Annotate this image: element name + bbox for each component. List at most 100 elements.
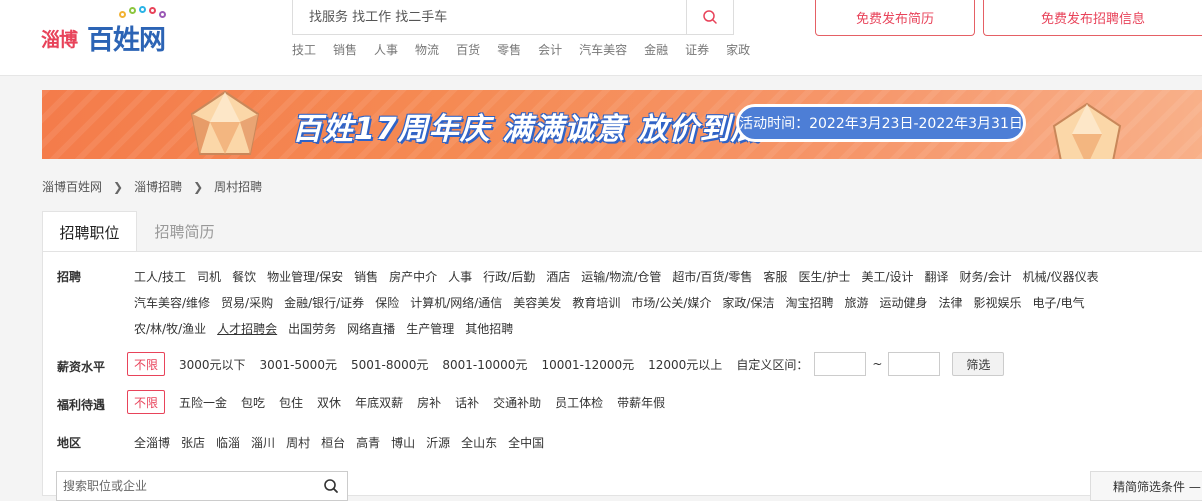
welfare-option[interactable]: 话补 <box>455 394 479 411</box>
category-item[interactable]: 计算机/网络/通信 <box>410 294 502 311</box>
salary-max-input[interactable] <box>888 352 941 376</box>
hot-link[interactable]: 金融 <box>644 41 668 57</box>
region-option[interactable]: 博山 <box>391 434 415 451</box>
category-item[interactable]: 销售 <box>354 268 378 285</box>
welfare-option[interactable]: 年底双薪 <box>355 394 403 411</box>
category-item[interactable]: 其他招聘 <box>465 320 513 337</box>
region-option[interactable]: 全淄博 <box>134 434 170 451</box>
chevron-right-icon: ❯ <box>113 179 124 194</box>
salary-min-input[interactable] <box>814 352 867 376</box>
region-option[interactable]: 全中国 <box>508 434 544 451</box>
hot-link[interactable]: 证券 <box>685 41 709 57</box>
category-item[interactable]: 法律 <box>939 294 963 311</box>
hot-link[interactable]: 会计 <box>538 41 562 57</box>
category-item[interactable]: 影视娱乐 <box>974 294 1022 311</box>
category-item[interactable]: 翻译 <box>925 268 949 285</box>
salary-option[interactable]: 5001-8000元 <box>351 356 428 373</box>
salary-option[interactable]: 8001-10000元 <box>442 356 527 373</box>
category-item[interactable]: 教育培训 <box>572 294 620 311</box>
salary-option[interactable]: 12000元以上 <box>648 356 722 373</box>
hot-link[interactable]: 人事 <box>374 41 398 57</box>
category-item[interactable]: 保险 <box>375 294 399 311</box>
search-icon[interactable] <box>323 478 339 494</box>
site-logo[interactable]: 淄博 百姓网 <box>41 6 191 56</box>
salary-option[interactable]: 3001-5000元 <box>260 356 337 373</box>
welfare-option[interactable]: 房补 <box>417 394 441 411</box>
category-item[interactable]: 司机 <box>197 268 221 285</box>
category-item[interactable]: 家政/保洁 <box>722 294 774 311</box>
region-option[interactable]: 桓台 <box>321 434 345 451</box>
post-job-button[interactable]: 免费发布招聘信息 <box>983 0 1202 36</box>
category-item[interactable]: 淘宝招聘 <box>785 294 833 311</box>
category-item[interactable]: 机械/仪器仪表 <box>1023 268 1099 285</box>
region-option[interactable]: 高青 <box>356 434 380 451</box>
category-item[interactable]: 电子/电气 <box>1033 294 1085 311</box>
site-search-input[interactable] <box>293 0 687 34</box>
tab-resumes[interactable]: 招聘简历 <box>137 211 232 252</box>
custom-range-label: 自定义区间： <box>736 357 809 372</box>
region-option[interactable]: 淄川 <box>251 434 275 451</box>
region-option[interactable]: 张店 <box>181 434 205 451</box>
category-item[interactable]: 贸易/采购 <box>221 294 273 311</box>
hot-link[interactable]: 物流 <box>415 41 439 57</box>
region-option[interactable]: 临淄 <box>216 434 240 451</box>
category-item[interactable]: 生产管理 <box>406 320 454 337</box>
salary-option[interactable]: 10001-12000元 <box>541 356 634 373</box>
category-item[interactable]: 人事 <box>448 268 472 285</box>
category-item[interactable]: 美工/设计 <box>861 268 913 285</box>
hot-link[interactable]: 百货 <box>456 41 480 57</box>
hot-link[interactable]: 销售 <box>333 41 357 57</box>
welfare-unlimited-button[interactable]: 不限 <box>127 390 165 414</box>
category-item[interactable]: 超市/百货/零售 <box>672 268 752 285</box>
salary-unlimited-button[interactable]: 不限 <box>127 352 165 376</box>
salary-option[interactable]: 3000元以下 <box>179 356 246 373</box>
chevron-right-icon: ❯ <box>193 179 204 194</box>
simplify-filters-button[interactable]: 精简筛选条件 — <box>1090 471 1202 501</box>
category-item[interactable]: 房产中介 <box>389 268 437 285</box>
category-item[interactable]: 运动健身 <box>880 294 928 311</box>
category-item[interactable]: 行政/后勤 <box>483 268 535 285</box>
welfare-option[interactable]: 五险一金 <box>179 394 227 411</box>
category-item[interactable]: 人才招聘会 <box>217 320 277 337</box>
category-item[interactable]: 农/林/牧/渔业 <box>134 320 206 337</box>
range-separator: ~ <box>872 357 883 371</box>
category-item[interactable]: 餐饮 <box>232 268 256 285</box>
category-item[interactable]: 医生/护士 <box>798 268 850 285</box>
hot-link[interactable]: 零售 <box>497 41 521 57</box>
breadcrumb-item[interactable]: 淄博招聘 <box>134 178 182 195</box>
welfare-option[interactable]: 包吃 <box>241 394 265 411</box>
welfare-option[interactable]: 带薪年假 <box>617 394 665 411</box>
breadcrumb-item[interactable]: 淄博百姓网 <box>42 178 102 195</box>
hot-link[interactable]: 技工 <box>292 41 316 57</box>
region-option[interactable]: 全山东 <box>461 434 497 451</box>
category-item[interactable]: 出国劳务 <box>288 320 336 337</box>
category-label: 招聘 <box>57 270 82 284</box>
category-item[interactable]: 美容美发 <box>513 294 561 311</box>
welfare-option[interactable]: 员工体检 <box>555 394 603 411</box>
category-item[interactable]: 工人/技工 <box>134 268 186 285</box>
category-item[interactable]: 汽车美容/维修 <box>134 294 210 311</box>
category-item[interactable]: 财务/会计 <box>960 268 1012 285</box>
category-item[interactable]: 旅游 <box>844 294 868 311</box>
category-item[interactable]: 网络直播 <box>347 320 395 337</box>
tab-jobs[interactable]: 招聘职位 <box>42 211 137 252</box>
category-item[interactable]: 市场/公关/媒介 <box>631 294 711 311</box>
category-item[interactable]: 金融/银行/证券 <box>284 294 364 311</box>
salary-filter-button[interactable]: 筛选 <box>952 352 1005 376</box>
welfare-option[interactable]: 包住 <box>279 394 303 411</box>
category-item[interactable]: 客服 <box>763 268 787 285</box>
welfare-options: 不限 五险一金 包吃 包住 双休 年底双薪 房补 话补 交通补助 员工体检 带薪… <box>127 390 679 414</box>
post-resume-button[interactable]: 免费发布简历 <box>815 0 975 36</box>
region-option[interactable]: 沂源 <box>426 434 450 451</box>
hot-link[interactable]: 家政 <box>726 41 750 57</box>
promo-banner[interactable]: 百姓17周年庆 满满诚意 放价到底 活动时间：2022年3月23日-2022年3… <box>42 90 1202 159</box>
hot-link[interactable]: 汽车美容 <box>579 41 627 57</box>
region-option[interactable]: 周村 <box>286 434 310 451</box>
breadcrumb-item[interactable]: 周村招聘 <box>214 178 262 195</box>
category-item[interactable]: 物业管理/保安 <box>267 268 343 285</box>
search-button[interactable] <box>686 0 733 34</box>
welfare-option[interactable]: 双休 <box>317 394 341 411</box>
category-item[interactable]: 运输/物流/仓管 <box>581 268 661 285</box>
welfare-option[interactable]: 交通补助 <box>493 394 541 411</box>
category-item[interactable]: 酒店 <box>546 268 570 285</box>
